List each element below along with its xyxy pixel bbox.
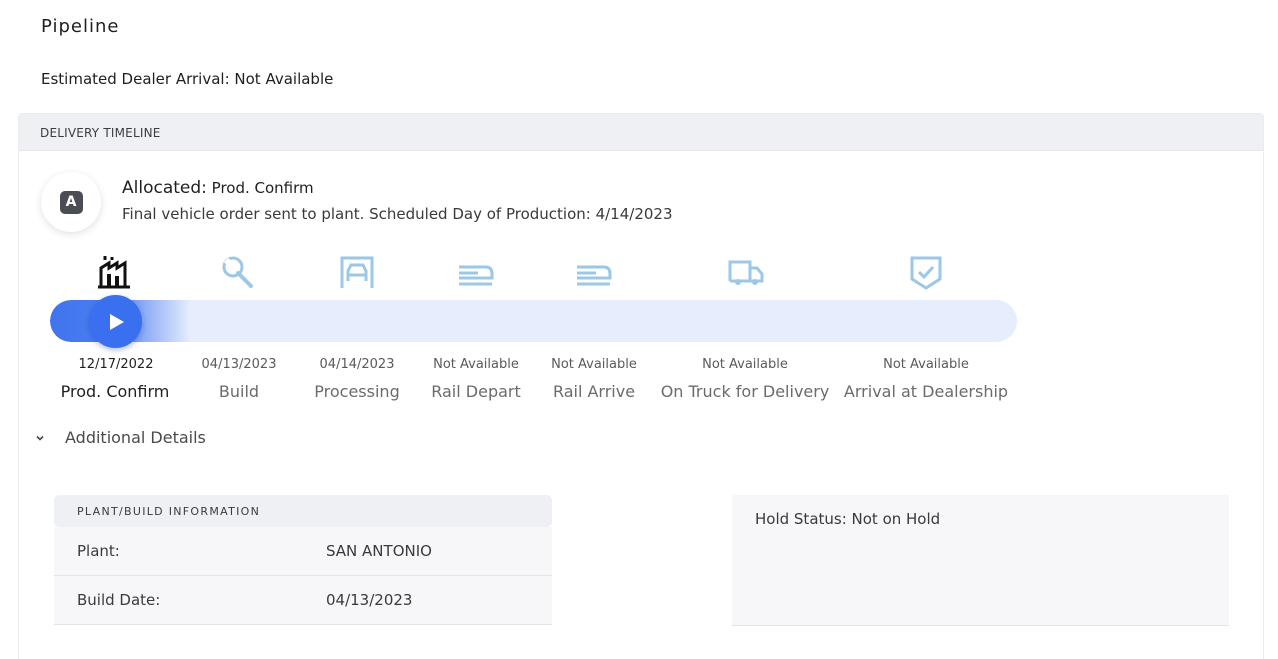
additional-details-toggle[interactable]: Additional Details: [33, 428, 206, 447]
hold-status: Hold Status: Not on Hold: [755, 510, 941, 528]
info-value: 04/13/2023: [326, 591, 413, 609]
car-garage-icon: [337, 254, 377, 290]
progress-track[interactable]: [50, 300, 1017, 342]
status-label: Allocated:: [122, 178, 207, 198]
status-title: Allocated: Prod. Confirm: [122, 178, 314, 198]
delivery-timeline-header: DELIVERY TIMELINE: [19, 114, 1263, 151]
stage-date: Not Available: [883, 357, 969, 372]
estimated-arrival: Estimated Dealer Arrival: Not Available: [41, 70, 334, 88]
stage-date: Not Available: [702, 357, 788, 372]
additional-details-label: Additional Details: [65, 428, 206, 447]
wrench-icon: [218, 254, 258, 290]
info-row: Build Date: 04/13/2023: [54, 576, 552, 625]
info-label: Build Date:: [77, 591, 161, 609]
info-label: Plant:: [77, 542, 120, 560]
status-description: Final vehicle order sent to plant. Sched…: [122, 205, 673, 223]
truck-icon: [726, 254, 766, 290]
hold-status-card: Hold Status: Not on Hold: [732, 495, 1229, 626]
play-icon: [109, 313, 124, 330]
shield-check-icon: [906, 254, 946, 290]
train-icon: [574, 254, 614, 290]
factory-icon: [96, 254, 136, 290]
plant-build-info-card: PLANT/BUILD INFORMATION Plant: SAN ANTON…: [54, 495, 552, 627]
delivery-timeline-card: DELIVERY TIMELINE A Allocated: Prod. Con…: [18, 113, 1264, 659]
progress-handle[interactable]: [89, 295, 142, 348]
status-avatar: A: [41, 172, 101, 232]
train-icon: [456, 254, 496, 290]
status-stage: Prod. Confirm: [211, 179, 314, 197]
page-title: Pipeline: [41, 16, 120, 37]
info-row: Plant: SAN ANTONIO: [54, 527, 552, 576]
chevron-down-icon: [36, 435, 44, 441]
status-badge: A: [59, 190, 83, 214]
stage-label: Arrival at Dealership: [843, 382, 1009, 401]
info-value: SAN ANTONIO: [326, 542, 432, 560]
plant-build-info-header: PLANT/BUILD INFORMATION: [54, 495, 552, 527]
stage-label: On Truck for Delivery: [660, 382, 830, 401]
